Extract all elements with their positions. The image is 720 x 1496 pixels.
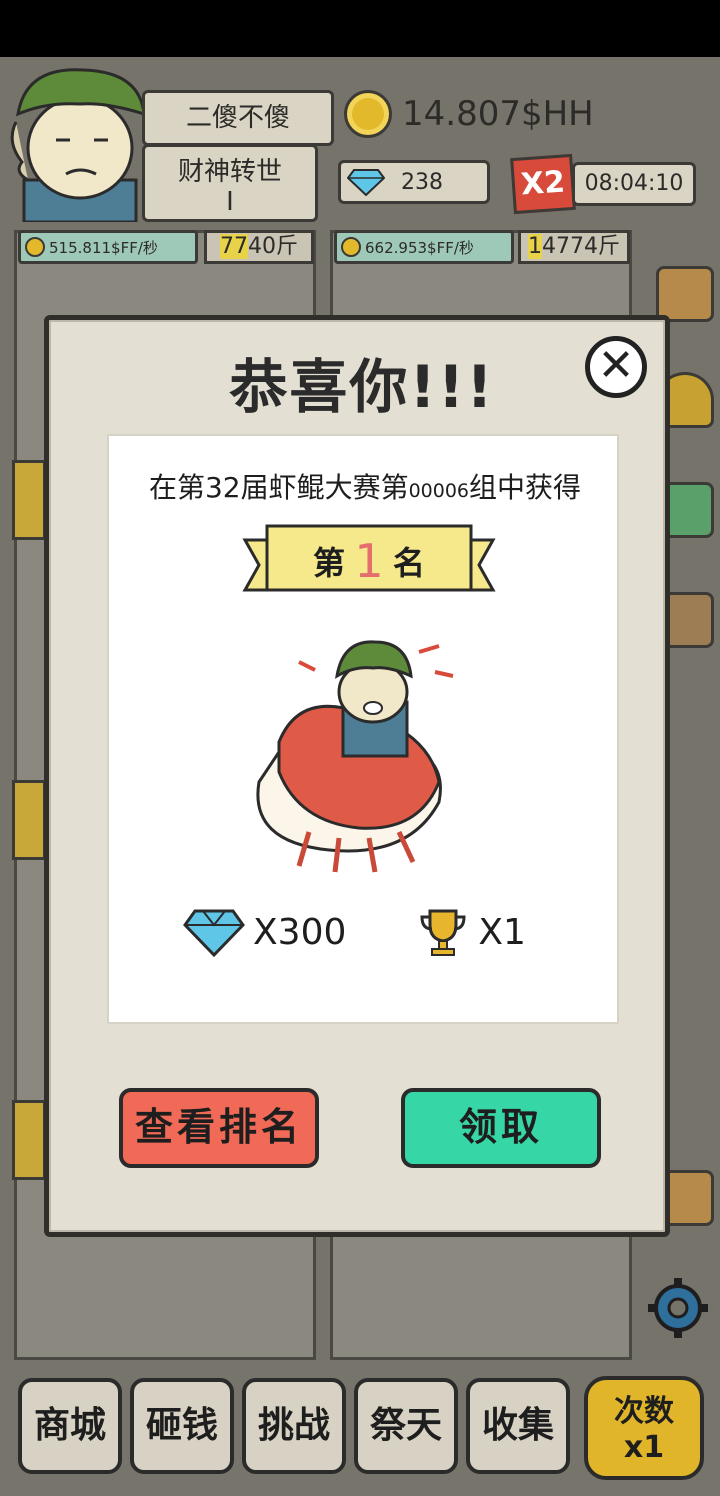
- modal-title: 恭喜你!!!: [229, 353, 495, 421]
- group-number: 00006: [408, 480, 470, 502]
- nav-shop[interactable]: 商城: [18, 1378, 122, 1474]
- card-stub: [12, 780, 46, 860]
- reward-modal: 恭喜你!!! ✕ 在第32届虾鲲大赛第00006组中获得 第 1 名 X300 …: [44, 315, 670, 1237]
- diamond-icon: [183, 909, 245, 957]
- trophy-icon: [420, 909, 466, 956]
- gem-balance: 238: [338, 160, 490, 204]
- weight-tag-right: 14774斤: [518, 230, 630, 264]
- reward-trophies: X1: [478, 911, 526, 953]
- boost-badge[interactable]: X2: [510, 153, 576, 215]
- times-label: 次数: [614, 1394, 674, 1429]
- coin-balance: 14.807$HH: [344, 86, 594, 142]
- rank-ribbon: 第 1 名: [241, 520, 497, 606]
- view-ranking-button[interactable]: 查看排名: [119, 1088, 319, 1168]
- income-rate-left: 515.811$FF/秒: [18, 230, 198, 264]
- player-title: 财神转世 I: [142, 144, 318, 222]
- reward-list: X300 X1: [183, 902, 543, 962]
- settings-gear-icon[interactable]: [644, 1274, 712, 1342]
- weight-highlight: 77: [220, 234, 248, 259]
- claim-button[interactable]: 领取: [401, 1088, 601, 1168]
- result-prefix: 在第32届虾鲲大赛第: [148, 471, 409, 504]
- player-name: 二傻不傻: [142, 90, 334, 146]
- income-rate-text: 515.811$FF/秒: [49, 238, 158, 257]
- coin-amount: 14.807$HH: [402, 94, 594, 134]
- result-suffix: 组中获得: [469, 471, 582, 504]
- income-rate-text: 662.953$FF/秒: [365, 238, 474, 257]
- player-avatar[interactable]: [6, 62, 156, 222]
- gem-amount: 238: [401, 169, 443, 195]
- reward-gems: X300: [253, 911, 347, 953]
- coin-icon: [344, 90, 392, 138]
- nav-smash-money[interactable]: 砸钱: [130, 1378, 234, 1474]
- weight-highlight: 1: [528, 234, 542, 259]
- close-button[interactable]: ✕: [585, 336, 647, 398]
- coin-icon: [341, 237, 361, 257]
- player-title-level: I: [226, 187, 234, 217]
- times-button[interactable]: 次数 x1: [584, 1376, 704, 1480]
- shrimp-rider-mascot: [256, 640, 454, 873]
- rank-number: 1: [354, 534, 384, 588]
- box-icon[interactable]: [656, 266, 714, 322]
- card-stub: [12, 460, 46, 540]
- nav-collect[interactable]: 收集: [466, 1378, 570, 1474]
- card-stub: [12, 1100, 46, 1180]
- reward-panel: 在第32届虾鲲大赛第00006组中获得 第 1 名 X300 X1: [107, 434, 619, 1024]
- nav-worship[interactable]: 祭天: [354, 1378, 458, 1474]
- rank-suffix: 名: [392, 544, 425, 582]
- nav-challenge[interactable]: 挑战: [242, 1378, 346, 1474]
- status-bar: [0, 0, 720, 57]
- boost-timer: 08:04:10: [572, 162, 696, 206]
- player-title-text: 财神转世: [177, 157, 282, 187]
- weight-rest: 40斤: [248, 234, 298, 259]
- coin-icon: [25, 237, 45, 257]
- weight-rest: 4774斤: [542, 234, 620, 259]
- rank-label: 第 1 名: [241, 520, 497, 606]
- weight-tag-left: 7740斤: [204, 230, 314, 264]
- result-text: 在第32届虾鲲大赛第00006组中获得: [109, 466, 621, 506]
- gem-icon: [347, 169, 385, 196]
- rank-prefix: 第: [313, 544, 346, 582]
- times-value: x1: [623, 1430, 665, 1465]
- income-rate-right: 662.953$FF/秒: [334, 230, 514, 264]
